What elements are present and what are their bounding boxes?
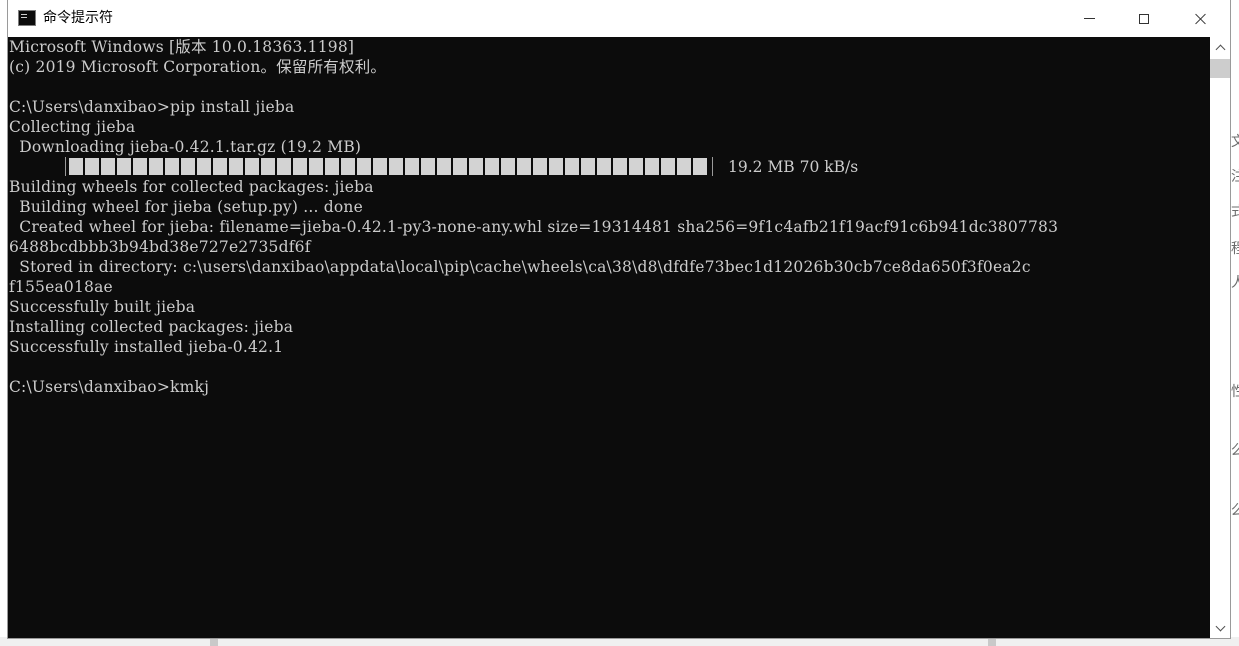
background-scroll-marker	[988, 637, 996, 646]
background-scroll-marker	[210, 637, 218, 646]
progress-text: 19.2 MB 70 kB/s	[728, 158, 859, 176]
scroll-down-button[interactable]	[1210, 618, 1230, 638]
console-line: C:\Users\danxibao>pip install jieba	[9, 98, 295, 116]
console-line: Installing collected packages: jieba	[9, 318, 294, 336]
progress-bar-border	[712, 157, 713, 176]
window-title: 命令提示符	[43, 10, 113, 26]
maximize-button[interactable]	[1121, 0, 1167, 37]
scrollbar-thumb[interactable]	[1210, 59, 1230, 78]
command-prompt-window[interactable]: 命令提示符 Microsoft Windows [版本 10.0.18363.1…	[8, 0, 1230, 638]
minimize-icon	[1083, 18, 1095, 19]
download-progress: 19.2 MB 70 kB/s	[9, 157, 1209, 177]
background-window-edge	[1229, 0, 1239, 646]
maximize-icon	[1139, 13, 1149, 24]
minimize-button[interactable]	[1066, 0, 1112, 37]
vertical-scrollbar[interactable]	[1210, 37, 1230, 638]
background-text: 么	[1231, 503, 1239, 519]
title-bar[interactable]: 命令提示符	[8, 0, 1230, 37]
background-window-bottom	[0, 637, 1239, 646]
console-line: Successfully installed jieba-0.42.1	[9, 338, 284, 356]
command-input-line[interactable]: C:\Users\danxibao>kmkj	[9, 377, 209, 397]
progress-bar-fill	[69, 158, 709, 175]
background-text: 式	[1231, 204, 1239, 220]
background-text: 程	[1231, 241, 1239, 257]
console-output[interactable]: Microsoft Windows [版本 10.0.18363.1198] (…	[8, 37, 1210, 638]
chevron-up-icon	[1215, 44, 1225, 54]
console-line: Downloading jieba-0.42.1.tar.gz (19.2 MB…	[9, 138, 362, 156]
console-line: Successfully built jieba	[9, 298, 196, 316]
terminal-icon[interactable]	[18, 10, 36, 26]
console-line: f155ea018ae	[9, 278, 113, 296]
background-text: 么	[1231, 443, 1239, 459]
chevron-down-icon	[1215, 621, 1225, 631]
progress-bar-border	[65, 157, 66, 176]
console-line: Stored in directory: c:\users\danxibao\a…	[9, 258, 1031, 276]
console-line: Microsoft Windows [版本 10.0.18363.1198]	[9, 38, 355, 56]
background-text: 性	[1231, 384, 1239, 400]
console-line: Created wheel for jieba: filename=jieba-…	[9, 218, 1059, 236]
background-text: 注	[1231, 169, 1239, 185]
console-line: Collecting jieba	[9, 118, 136, 136]
close-button[interactable]	[1178, 0, 1224, 37]
console-line: (c) 2019 Microsoft Corporation。保留所有权利。	[9, 58, 387, 76]
scroll-up-button[interactable]	[1210, 37, 1230, 57]
background-text: 文	[1231, 134, 1239, 150]
background-text: 人	[1231, 275, 1239, 291]
console-line: 6488bcdbbb3b94bd38e727e2735df6f	[9, 238, 311, 256]
close-icon	[1195, 13, 1207, 25]
console-line: Building wheels for collected packages: …	[9, 178, 374, 196]
console-line: Building wheel for jieba (setup.py) ... …	[9, 198, 363, 216]
